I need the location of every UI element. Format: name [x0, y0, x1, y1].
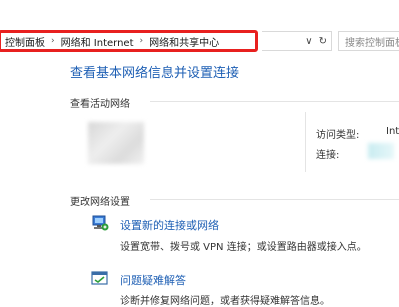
divider	[150, 199, 399, 200]
divider	[150, 101, 399, 102]
page-title: 查看基本网络信息并设置连接	[70, 66, 240, 81]
address-bar: 控制面板 › 网络和 Internet › 网络和共享中心 ∨ ↻ 搜索控制面板	[0, 0, 399, 64]
access-type-value: Inte	[386, 126, 399, 137]
setup-connection-link[interactable]: 设置新的连接或网络	[120, 217, 219, 233]
connection-value-redacted[interactable]	[368, 143, 394, 159]
troubleshoot-link[interactable]: 问题疑难解答	[120, 272, 186, 288]
divider	[305, 112, 306, 172]
troubleshoot-icon	[90, 270, 110, 288]
active-networks-heading: 查看活动网络	[70, 99, 130, 110]
breadcrumb-network-internet[interactable]: 网络和 Internet	[57, 34, 138, 49]
setup-connection-description: 设置宽带、拨号或 VPN 连接；或设置路由器或接入点。	[120, 242, 367, 253]
connection-label: 连接:	[316, 150, 340, 161]
address-controls: ∨ ↻	[262, 31, 332, 51]
breadcrumb-separator[interactable]: ›	[138, 36, 146, 46]
breadcrumb-separator[interactable]: ›	[49, 36, 57, 46]
network-setup-icon	[90, 214, 110, 232]
breadcrumb[interactable]: 控制面板 › 网络和 Internet › 网络和共享中心	[0, 30, 258, 52]
access-type-label: 访问类型:	[316, 130, 360, 141]
refresh-icon[interactable]: ↻	[319, 36, 327, 47]
chevron-down-icon[interactable]: ∨	[305, 36, 312, 47]
change-settings-heading: 更改网络设置	[70, 197, 130, 208]
search-input[interactable]: 搜索控制面板	[338, 31, 399, 51]
breadcrumb-control-panel[interactable]: 控制面板	[1, 34, 49, 49]
network-icon-redacted	[88, 122, 144, 164]
breadcrumb-network-sharing-center[interactable]: 网络和共享中心	[145, 34, 223, 49]
